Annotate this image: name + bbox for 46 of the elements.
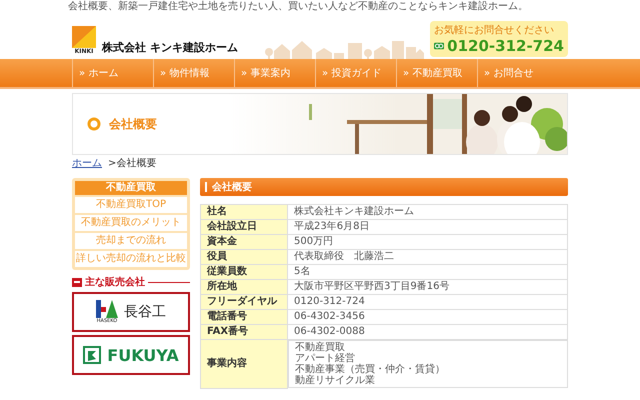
logo-icon <box>72 26 96 48</box>
table-label-cell: 電話番号 <box>200 310 288 324</box>
sidebar-link[interactable]: 売却までの流れ <box>75 233 187 249</box>
table-cell: 500万円 <box>288 234 568 250</box>
menu-title: 不動産買取 <box>75 181 187 195</box>
table-cell: 株式会社キンキ建設ホーム <box>288 204 568 220</box>
table-cell: 5名 <box>288 264 568 280</box>
nav-link[interactable]: » 事業案内 <box>234 59 315 87</box>
site-tagline: 会社概要、新築一戸建住宅や土地を売りたい人、買いたい人など不動産のことならキンキ建設ホーム。 <box>68 0 529 13</box>
banner-title: 会社概要 <box>109 116 157 132</box>
sidebar-link[interactable]: 不動産買取TOP <box>75 197 187 213</box>
table-label-cell: 会社設立日 <box>200 220 288 234</box>
table-cell: 不動産買取 アパート経営 不動産事業（売買・仲介・賃貸） 動産リサイクル業 <box>288 340 568 388</box>
company-name: 株式会社 キンキ建設ホーム <box>102 40 238 55</box>
table-cell: 平成23年6月8日 <box>288 220 568 234</box>
table-label-cell: 所在地 <box>200 280 288 294</box>
partner-logo-icon <box>83 346 102 364</box>
nav-link[interactable]: » 不動産買取 <box>396 59 477 87</box>
nav-link[interactable]: » 投資ガイド <box>315 59 396 87</box>
nav-link[interactable]: » ホーム <box>72 59 153 87</box>
phone-number: 0120-312-724 <box>447 37 564 55</box>
table-label-cell: 社名 <box>200 204 288 220</box>
table-cell: 06-4302-3456 <box>288 310 568 324</box>
ring-icon <box>87 117 101 131</box>
breadcrumb-current: >会社概要 <box>108 158 156 170</box>
table-label-cell: 役員 <box>200 250 288 264</box>
contact-prompt: お気軽にお問合せください <box>434 24 555 37</box>
partner-logo-icon <box>96 300 118 318</box>
sidebar-link[interactable]: 不動産買取のメリット <box>75 215 187 231</box>
table-cell: 大阪市平野区平野西3丁目9番16号 <box>288 280 568 294</box>
table-label-cell: FAX番号 <box>200 324 288 340</box>
table-cell: 0120-312-724 <box>288 294 568 310</box>
breadcrumb-link[interactable]: ホーム <box>72 158 102 170</box>
table-label-cell: 資本金 <box>200 234 288 250</box>
partners-heading: 主な販売会社 <box>85 275 145 289</box>
table-cell: 代表取締役 北藤浩二 <box>288 250 568 264</box>
shop-icon <box>72 278 82 286</box>
table-label-cell: 従業員数 <box>200 264 288 280</box>
table-cell: 06-4302-0088 <box>288 324 568 340</box>
partner-logo-link[interactable]: FUKUYA <box>72 335 190 375</box>
sidebar-link[interactable]: 詳しい売却の流れと比較 <box>75 251 187 267</box>
section-title: 会社概要 <box>212 180 252 194</box>
nav-link[interactable]: » お問合せ <box>477 59 558 87</box>
nav-link[interactable]: » 物件情報 <box>153 59 234 87</box>
table-label-cell: フリーダイヤル <box>200 294 288 310</box>
table-label-cell: 事業内容 <box>200 340 288 388</box>
